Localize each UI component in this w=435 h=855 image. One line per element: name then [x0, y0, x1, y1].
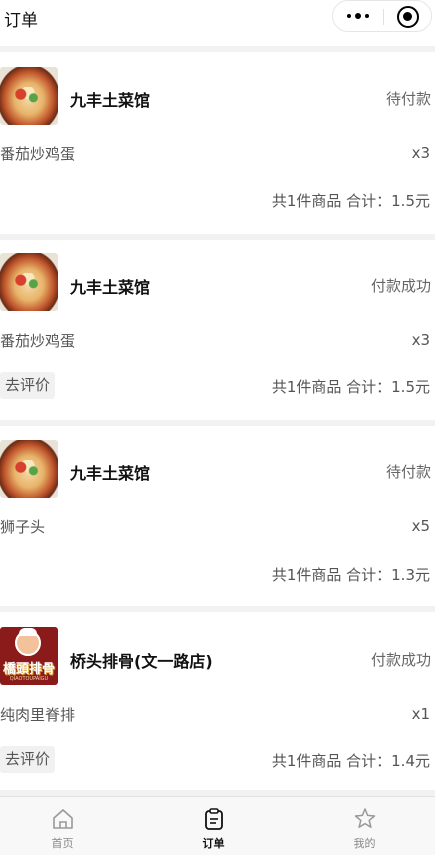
dish-quantity: x5	[411, 517, 430, 535]
mini-program-capsule	[332, 0, 432, 32]
dish-quantity: x1	[411, 705, 430, 723]
order-status: 待付款	[385, 463, 431, 481]
shop-thumbnail	[0, 253, 58, 311]
order-card[interactable]: 九丰土菜馆 待付款 狮子头 x5 共1件商品 合计：1.3元	[0, 426, 435, 606]
dish-quantity: x3	[411, 144, 430, 162]
dish-name: 狮子头	[0, 518, 46, 536]
dish-name: 番茄炒鸡蛋	[0, 332, 76, 350]
chef-logo-icon	[15, 628, 41, 656]
home-icon	[53, 809, 73, 829]
order-total: 共1件商品 合计：1.5元	[271, 192, 430, 210]
shop-thumbnail	[0, 67, 58, 125]
order-card[interactable]: 九丰土菜馆 付款成功 番茄炒鸡蛋 x3 去评价 共1件商品 合计：1.5元	[0, 240, 435, 420]
shop-thumbnail	[0, 440, 58, 498]
logo-brand-text: 橋頭排骨	[2, 662, 55, 677]
shop-name: 九丰土菜馆	[70, 91, 151, 110]
shop-name: 九丰土菜馆	[70, 464, 151, 483]
capsule-divider	[383, 9, 384, 25]
target-icon[interactable]	[397, 6, 419, 28]
order-total: 共1件商品 合计：1.5元	[271, 378, 430, 396]
tab-mine[interactable]: 我的	[292, 797, 435, 855]
tab-home[interactable]: 首页	[0, 797, 135, 855]
tab-orders[interactable]: 订单	[141, 797, 286, 855]
dish-name: 番茄炒鸡蛋	[0, 145, 76, 163]
nav-header: 订单	[0, 0, 435, 46]
tab-orders-label: 订单	[202, 837, 225, 850]
order-card[interactable]: 橋頭排骨 QIAOTOUPAIGU 桥头排骨(文一路店) 付款成功 纯肉里脊排 …	[0, 612, 435, 790]
order-card[interactable]: 九丰土菜馆 待付款 番茄炒鸡蛋 x3 共1件商品 合计：1.5元	[0, 52, 435, 234]
review-button[interactable]: 去评价	[0, 372, 56, 399]
more-dots-icon[interactable]	[345, 3, 371, 29]
tab-bar: 首页 订单 我的	[0, 796, 435, 855]
order-status: 付款成功	[370, 651, 431, 669]
order-status: 待付款	[385, 90, 431, 108]
logo-sub-text: QIAOTOUPAIGU	[9, 676, 49, 682]
shop-logo: 橋頭排骨 QIAOTOUPAIGU	[0, 627, 58, 685]
shop-name: 桥头排骨(文一路店)	[70, 652, 213, 671]
order-total: 共1件商品 合计：1.4元	[271, 752, 430, 770]
review-button[interactable]: 去评价	[0, 746, 56, 773]
tab-home-label: 首页	[51, 837, 74, 850]
tab-mine-label: 我的	[353, 837, 376, 850]
star-person-icon	[354, 808, 376, 828]
page-title: 订单	[4, 11, 38, 31]
shop-name: 九丰土菜馆	[70, 278, 151, 297]
dish-name: 纯肉里脊排	[0, 706, 76, 724]
order-total: 共1件商品 合计：1.3元	[271, 566, 430, 584]
clipboard-icon	[205, 808, 223, 830]
order-status: 付款成功	[370, 277, 431, 295]
dish-quantity: x3	[411, 331, 430, 349]
